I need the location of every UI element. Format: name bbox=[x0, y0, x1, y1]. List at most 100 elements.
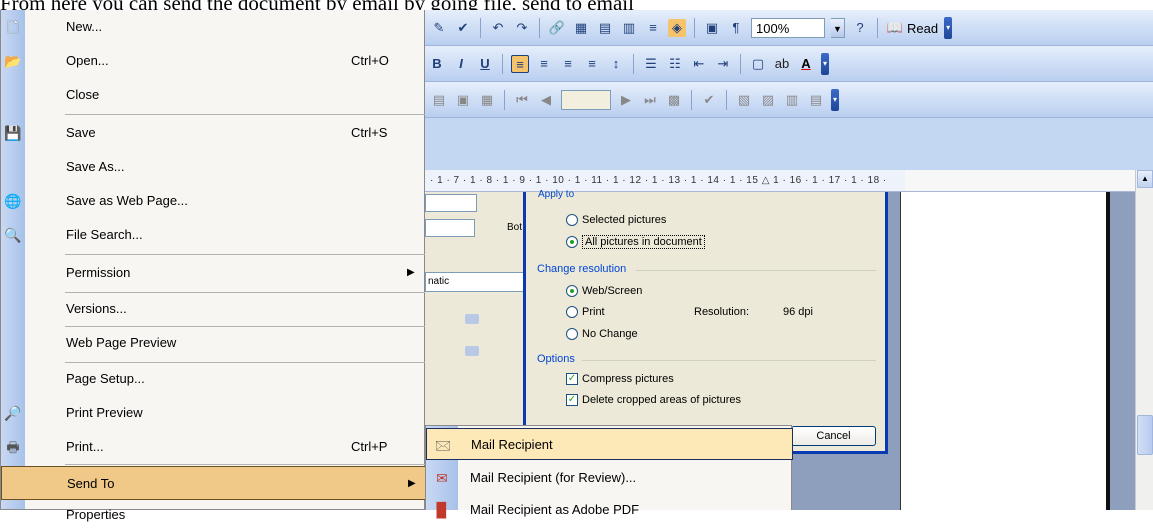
italic-icon[interactable]: I bbox=[452, 55, 470, 73]
print-option[interactable]: Print bbox=[566, 306, 605, 318]
compress-pictures-option[interactable]: ✓ Compress pictures bbox=[566, 373, 674, 385]
web-page-icon: 🌐 bbox=[4, 193, 22, 209]
zoom-dropdown-icon[interactable]: ▼ bbox=[831, 18, 845, 38]
insert-table-icon[interactable]: ▤ bbox=[596, 19, 614, 37]
decrease-indent-icon[interactable]: ⇤ bbox=[690, 55, 708, 73]
highlight-icon[interactable]: ab bbox=[773, 55, 791, 73]
previous-record-icon[interactable]: ◀ bbox=[537, 91, 555, 109]
font-color-icon[interactable]: A bbox=[797, 55, 815, 73]
menu-item-send-to[interactable]: Send To ▶ bbox=[1, 466, 426, 500]
menu-item-print-preview[interactable]: 🔎 Print Preview bbox=[1, 396, 426, 430]
apply-to-label: Apply to bbox=[538, 189, 575, 200]
menu-item-permission[interactable]: Permission ▶ bbox=[1, 256, 426, 290]
scroll-thumb[interactable] bbox=[1137, 415, 1153, 455]
check-errors-icon[interactable]: ✔ bbox=[700, 91, 718, 109]
selected-pictures-radio[interactable] bbox=[566, 214, 578, 226]
read-button[interactable]: 📖 Read bbox=[886, 19, 938, 37]
spelling-icon[interactable]: ✎ bbox=[430, 19, 448, 37]
all-pictures-option[interactable]: All pictures in document bbox=[566, 235, 705, 249]
menu-item-web-preview[interactable]: Web Page Preview bbox=[1, 326, 426, 360]
align-left-icon[interactable]: ≡ bbox=[511, 55, 529, 73]
menu-item-print[interactable]: 🖶 Print... Ctrl+P bbox=[1, 430, 426, 464]
menu-item-close[interactable]: Close bbox=[1, 78, 426, 112]
submenu-item-mail-review[interactable]: ✉ Mail Recipient (for Review)... bbox=[426, 462, 793, 494]
menu-item-new[interactable]: 🗋 New... bbox=[1, 10, 426, 44]
print-preview-icon: 🔎 bbox=[4, 405, 22, 421]
menu-item-save-as[interactable]: Save As... bbox=[1, 150, 426, 184]
printer-icon: 🖶 bbox=[6, 439, 20, 455]
ruler-marks: · 1 · 7 · 1 · 8 · 1 · 9 · 1 · 10 · 1 · 1… bbox=[430, 175, 887, 186]
menu-item-save-web[interactable]: 🌐 Save as Web Page... bbox=[1, 184, 426, 218]
submenu-item-mail-pdf[interactable]: ▉ Mail Recipient as Adobe PDF bbox=[426, 494, 793, 526]
pilcrow-icon[interactable]: ¶ bbox=[727, 19, 745, 37]
menu-item-open[interactable]: 📂 Open... Ctrl+O bbox=[1, 44, 426, 78]
research-icon[interactable]: ✔ bbox=[454, 19, 472, 37]
merge-email-icon[interactable]: ▥ bbox=[783, 91, 801, 109]
web-screen-radio[interactable] bbox=[566, 285, 578, 297]
hyperlink-icon[interactable]: 🔗 bbox=[548, 19, 566, 37]
save-icon: 💾 bbox=[4, 125, 22, 141]
bullets-icon[interactable]: ☷ bbox=[666, 55, 684, 73]
drawing-icon[interactable]: ◈ bbox=[668, 19, 686, 37]
view-merged-icon[interactable]: ▦ bbox=[478, 91, 496, 109]
merge-printer-icon[interactable]: ▨ bbox=[759, 91, 777, 109]
last-record-icon[interactable]: ⏭ bbox=[641, 91, 659, 109]
print-radio[interactable] bbox=[566, 306, 578, 318]
bottom-spinner[interactable] bbox=[425, 219, 475, 237]
align-right-icon[interactable]: ≡ bbox=[559, 55, 577, 73]
menu-item-versions[interactable]: Versions... bbox=[1, 292, 426, 326]
no-change-option[interactable]: No Change bbox=[566, 328, 638, 340]
document-map-icon[interactable]: ▣ bbox=[703, 19, 721, 37]
web-screen-option[interactable]: Web/Screen bbox=[566, 285, 642, 297]
automatic-field[interactable]: natic bbox=[425, 272, 525, 292]
submenu-item-mail-recipient[interactable]: 🖂 Mail Recipient bbox=[426, 428, 793, 460]
numbering-icon[interactable]: ☰ bbox=[642, 55, 660, 73]
mail-recipient-icon: 🖂 bbox=[434, 437, 452, 453]
first-record-icon[interactable]: ⏮ bbox=[513, 91, 531, 109]
help-icon[interactable]: ? bbox=[851, 19, 869, 37]
columns-icon[interactable]: ≡ bbox=[644, 19, 662, 37]
delete-cropped-option[interactable]: ✓ Delete cropped areas of pictures bbox=[566, 394, 741, 406]
insert-excel-icon[interactable]: ▥ bbox=[620, 19, 638, 37]
insert-word-field-icon[interactable]: ▣ bbox=[454, 91, 472, 109]
underline-icon[interactable]: U bbox=[476, 55, 494, 73]
cancel-button[interactable]: Cancel bbox=[791, 426, 876, 446]
align-center-icon[interactable]: ≡ bbox=[535, 55, 553, 73]
delete-cropped-checkbox[interactable]: ✓ bbox=[566, 394, 578, 406]
mailmerge-options-icon[interactable]: ▾ bbox=[831, 89, 839, 111]
vertical-scrollbar[interactable]: ▲ bbox=[1135, 170, 1153, 510]
merge-new-doc-icon[interactable]: ▧ bbox=[735, 91, 753, 109]
formatting-options-icon[interactable]: ▾ bbox=[821, 53, 829, 75]
toolbar-options-icon[interactable]: ▾ bbox=[944, 17, 953, 39]
read-label: Read bbox=[907, 20, 939, 36]
justify-icon[interactable]: ≡ bbox=[583, 55, 601, 73]
merge-field-icon[interactable]: ▤ bbox=[430, 91, 448, 109]
tables-icon[interactable]: ▦ bbox=[572, 19, 590, 37]
next-record-icon[interactable]: ▶ bbox=[617, 91, 635, 109]
increase-indent-icon[interactable]: ⇥ bbox=[714, 55, 732, 73]
compress-checkbox[interactable]: ✓ bbox=[566, 373, 578, 385]
menu-item-file-search[interactable]: 🔍 File Search... bbox=[1, 218, 426, 252]
redo-icon[interactable]: ↷ bbox=[513, 19, 531, 37]
zoom-box[interactable]: 100% bbox=[751, 18, 825, 38]
scroll-up-icon[interactable]: ▲ bbox=[1137, 170, 1153, 188]
menu-item-properties[interactable]: Properties bbox=[1, 498, 426, 532]
border-icon[interactable]: ▢ bbox=[749, 55, 767, 73]
merge-fax-icon[interactable]: ▤ bbox=[807, 91, 825, 109]
line-spacing-icon[interactable]: ↕ bbox=[607, 55, 625, 73]
find-entry-icon[interactable]: ▩ bbox=[665, 91, 683, 109]
menu-item-save[interactable]: 💾 Save Ctrl+S bbox=[1, 116, 426, 150]
undo-icon[interactable]: ↶ bbox=[489, 19, 507, 37]
change-resolution-label: Change resolution bbox=[537, 263, 627, 275]
file-menu: 🗋 New... 📂 Open... Ctrl+O Close 💾 Save C… bbox=[0, 10, 426, 522]
all-pictures-radio[interactable] bbox=[566, 236, 578, 248]
document-page[interactable] bbox=[900, 192, 1110, 510]
folder-open-icon: 📂 bbox=[4, 53, 22, 69]
selected-pictures-option[interactable]: Selected pictures bbox=[566, 214, 666, 226]
top-combo[interactable] bbox=[425, 194, 477, 212]
no-change-radio[interactable] bbox=[566, 328, 578, 340]
menu-item-page-setup[interactable]: Page Setup... bbox=[1, 362, 426, 396]
bold-icon[interactable]: B bbox=[428, 55, 446, 73]
book-icon: 📖 bbox=[886, 20, 904, 35]
record-number-input[interactable] bbox=[561, 90, 611, 110]
